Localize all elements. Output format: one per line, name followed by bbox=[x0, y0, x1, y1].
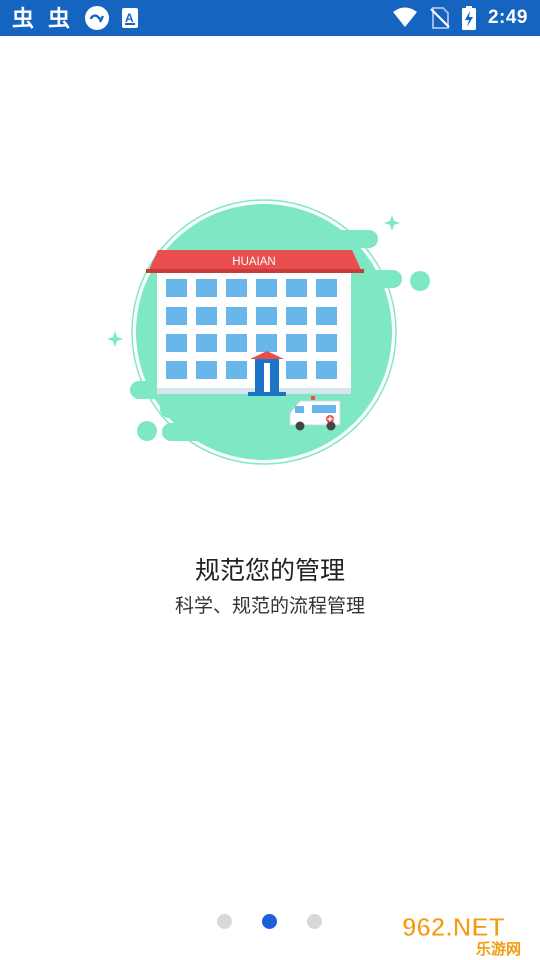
hospital-building bbox=[146, 250, 364, 396]
wifi-icon bbox=[392, 6, 418, 30]
svg-text:虫: 虫 bbox=[12, 6, 34, 30]
svg-text:A: A bbox=[125, 11, 134, 25]
building-sign: HUAIAN bbox=[232, 256, 275, 268]
status-bar-right-icons: 2:49 bbox=[392, 6, 528, 30]
onboarding-title: 规范您的管理 bbox=[194, 556, 345, 585]
onboarding-subtitle: 科学、规范的流程管理 bbox=[174, 595, 365, 617]
bug-icon: 虫 bbox=[48, 6, 74, 30]
status-bar-time: 2:49 bbox=[487, 7, 528, 28]
watermark-main: 962.NET bbox=[402, 912, 505, 942]
watermark-logo: 962.NET 乐游网 bbox=[400, 910, 540, 959]
onboarding-screen: 虫 虫 A 2:49 HUAIAN 规范您的管理 科学、规范的流程管理 962.… bbox=[0, 0, 540, 960]
watermark-sub: 乐游网 bbox=[476, 940, 521, 958]
page-indicator-dot-1[interactable] bbox=[217, 914, 232, 929]
battery-charging-icon bbox=[461, 6, 476, 30]
status-bar-left-icons: 虫 虫 A bbox=[12, 6, 140, 30]
page-indicator-dot-2[interactable] bbox=[262, 914, 277, 929]
svg-text:虫: 虫 bbox=[48, 6, 70, 30]
accessibility-a-icon: A bbox=[120, 6, 140, 30]
status-bar: 虫 虫 A 2:49 bbox=[0, 0, 540, 36]
cloud-sync-icon bbox=[84, 6, 110, 30]
hospital-illustration: HUAIAN bbox=[100, 195, 440, 480]
no-sim-icon bbox=[430, 6, 450, 30]
page-indicator-dot-3[interactable] bbox=[307, 914, 322, 929]
bug-icon: 虫 bbox=[12, 6, 38, 30]
